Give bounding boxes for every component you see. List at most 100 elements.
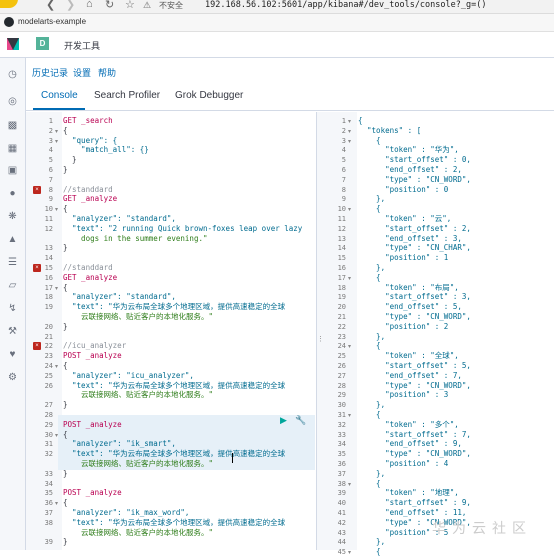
fold-toggle-icon[interactable]: ▾: [348, 412, 351, 419]
output-line-number: 5: [341, 156, 346, 165]
output-line-number: 24: [337, 342, 346, 351]
uptime-icon[interactable]: ↯: [6, 302, 19, 315]
fold-toggle-icon[interactable]: ▾: [55, 206, 58, 213]
fold-toggle-icon[interactable]: ▾: [348, 549, 351, 556]
fold-toggle-icon[interactable]: ▾: [348, 128, 351, 135]
line-number: 17: [44, 283, 53, 292]
home-icon[interactable]: ⌂: [86, 0, 93, 10]
bookmark-modelarts[interactable]: modelarts-example: [18, 17, 86, 26]
menu-history[interactable]: 历史记录: [32, 66, 68, 79]
line-number: 2: [48, 126, 53, 135]
request-editor[interactable]: [26, 112, 316, 550]
output-line-number: 29: [337, 391, 346, 400]
output-line-number: 19: [337, 293, 346, 302]
cursor: [232, 453, 233, 463]
output-line-number: 30: [337, 401, 346, 410]
tab-grok-debugger[interactable]: Grok Debugger: [175, 90, 243, 101]
output-line-number: 15: [337, 254, 346, 263]
output-line: {: [358, 341, 381, 351]
output-line-number: 34: [337, 440, 346, 449]
menu-settings[interactable]: 设置: [73, 66, 91, 79]
output-line-number: 16: [337, 264, 346, 272]
line-number: 30: [44, 430, 53, 439]
devtools-icon[interactable]: ⚒: [6, 325, 19, 338]
code-line: GET _search: [63, 116, 113, 125]
apm-icon[interactable]: ▱: [6, 279, 19, 292]
fold-toggle-icon[interactable]: ▾: [55, 138, 58, 145]
canvas-icon[interactable]: ▣: [6, 164, 19, 177]
output-line: "end_offset" : 5,: [358, 302, 462, 312]
fold-toggle-icon[interactable]: ▾: [55, 363, 58, 370]
maps-icon[interactable]: ●: [6, 187, 19, 200]
line-number: 1: [48, 117, 53, 125]
browser-toolbar: ❮ ❯ ⌂ ↻ ☆ ⚠ 不安全 192.168.56.102:5601/app/…: [0, 0, 554, 14]
line-number: 36: [44, 499, 53, 508]
discover-icon[interactable]: ◎: [6, 95, 19, 108]
output-line: "start_offset" : 5,: [358, 361, 471, 370]
fold-toggle-icon[interactable]: ▾: [55, 432, 58, 439]
recent-icon[interactable]: ◷: [6, 68, 19, 81]
wrench-icon[interactable]: 🔧: [295, 415, 306, 426]
fold-toggle-icon[interactable]: ▾: [348, 118, 351, 125]
monitoring-icon[interactable]: ♥: [6, 348, 19, 361]
code-line: }: [63, 243, 68, 253]
star-icon[interactable]: ☆: [125, 0, 135, 11]
line-number: 39: [44, 538, 53, 547]
output-line-number: 22: [337, 322, 346, 331]
fold-toggle-icon[interactable]: ▾: [55, 500, 58, 507]
reload-icon[interactable]: ↻: [105, 0, 114, 11]
output-line: },: [358, 468, 386, 478]
line-number: 6: [48, 166, 53, 174]
code-line: {: [63, 204, 68, 214]
output-line-number: 36: [337, 460, 346, 468]
code-line: {: [63, 361, 68, 370]
line-number: 35: [44, 489, 53, 498]
line-number: 23: [44, 352, 53, 361]
fold-toggle-icon[interactable]: ▾: [348, 275, 351, 282]
ml-icon[interactable]: ❋: [6, 210, 19, 223]
dashboard-icon[interactable]: ▦: [6, 142, 19, 155]
tab-console[interactable]: Console: [41, 90, 78, 101]
fold-toggle-icon[interactable]: ▾: [55, 128, 58, 135]
tab-active-indicator: [33, 108, 85, 110]
code-line: }: [63, 537, 68, 547]
tab-search-profiler[interactable]: Search Profiler: [94, 90, 160, 101]
output-line: "token" : "华为",: [358, 145, 459, 155]
kibana-logo-icon[interactable]: [7, 38, 19, 50]
output-line: {: [358, 547, 381, 557]
output-line: "token" : "全球",: [358, 351, 459, 361]
back-icon[interactable]: ❮: [46, 0, 55, 11]
output-line-number: 33: [337, 430, 346, 439]
logs-icon[interactable]: ☰: [6, 256, 19, 269]
run-request-icon[interactable]: ▶: [280, 415, 287, 426]
error-icon[interactable]: ×: [33, 342, 41, 351]
fold-toggle-icon[interactable]: ▾: [348, 481, 351, 488]
output-line: {: [358, 116, 363, 125]
output-line-number: 20: [337, 303, 346, 312]
error-icon[interactable]: ×: [33, 264, 41, 272]
code-line: dogs in the summer evening.": [63, 233, 208, 243]
menu-help[interactable]: 帮助: [98, 66, 116, 79]
output-line: {: [358, 272, 381, 282]
infra-icon[interactable]: ▲: [6, 233, 19, 246]
app-icon: D: [36, 37, 49, 50]
code-line: "match_all": {}: [63, 145, 149, 155]
output-line-number: 17: [337, 273, 346, 282]
url-field[interactable]: 192.168.56.102:5601/app/kibana#/dev_tool…: [205, 0, 486, 10]
output-line-number: 39: [337, 489, 346, 498]
code-line: POST _analyze: [63, 351, 122, 361]
output-line-number: 42: [337, 518, 346, 527]
visualize-icon[interactable]: ▩: [6, 119, 19, 132]
forward-icon[interactable]: ❯: [66, 0, 75, 11]
fold-toggle-icon[interactable]: ▾: [348, 206, 351, 213]
output-line: "type" : "CN_WORD",: [358, 449, 471, 459]
code-line: {: [63, 282, 68, 292]
fold-toggle-icon[interactable]: ▾: [55, 285, 58, 292]
bookmarks-bar: modelarts-example: [0, 14, 554, 32]
output-line: "token" : "多个",: [358, 419, 459, 429]
error-icon[interactable]: ×: [33, 185, 41, 194]
fold-toggle-icon[interactable]: ▾: [348, 343, 351, 350]
gear-icon[interactable]: ⚙: [6, 371, 19, 384]
fold-toggle-icon[interactable]: ▾: [348, 138, 351, 145]
code-line: }: [63, 165, 68, 174]
